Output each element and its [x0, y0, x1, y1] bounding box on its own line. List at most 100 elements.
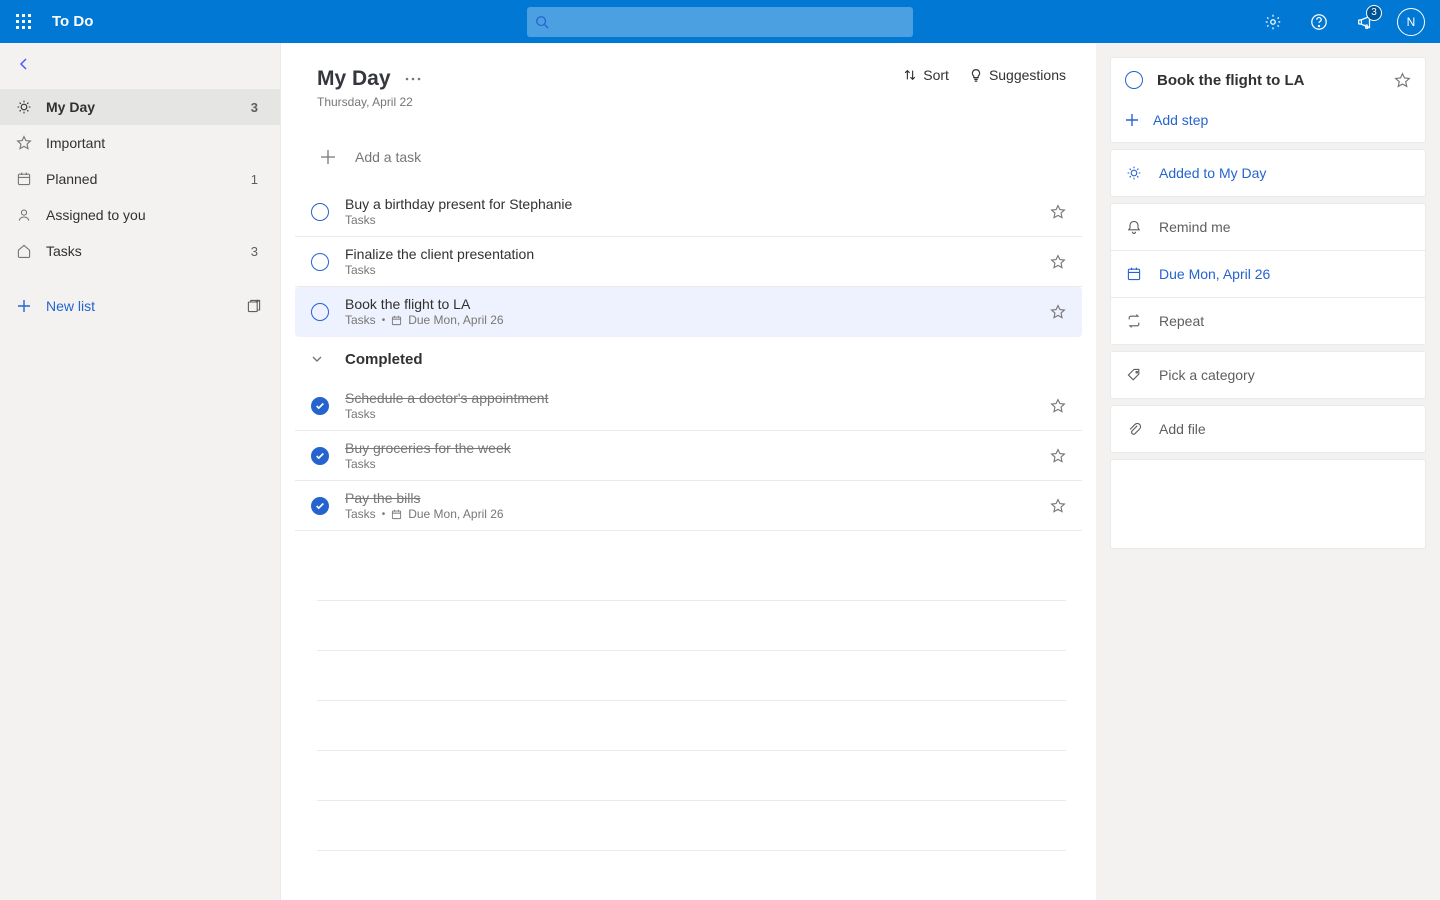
- star-icon: [1050, 304, 1066, 320]
- sidebar-item-label: Planned: [46, 171, 97, 187]
- detail-star-button[interactable]: [1394, 72, 1411, 89]
- waffle-icon: [16, 14, 32, 30]
- task-star-button[interactable]: [1050, 498, 1066, 514]
- meta-separator: •: [382, 315, 386, 326]
- sidebar-item-my-day[interactable]: My Day 3: [0, 89, 280, 125]
- app-header: To Do 3 N: [0, 0, 1440, 43]
- sun-icon: [1125, 165, 1143, 181]
- sidebar-item-count: 1: [251, 172, 258, 187]
- task-star-button[interactable]: [1050, 448, 1066, 464]
- sidebar-item-label: Assigned to you: [46, 207, 146, 223]
- added-to-my-day-button[interactable]: Added to My Day: [1111, 150, 1425, 196]
- star-icon: [1050, 204, 1066, 220]
- sidebar-item-tasks[interactable]: Tasks 3: [0, 233, 280, 269]
- sort-label: Sort: [923, 67, 949, 83]
- main-panel: My Day Thursday, April 22 Sort Suggestio…: [281, 43, 1096, 900]
- task-star-button[interactable]: [1050, 398, 1066, 414]
- empty-row: [317, 801, 1066, 851]
- settings-button[interactable]: [1252, 1, 1294, 43]
- detail-schedule-card: Remind me Due Mon, April 26 Repeat: [1110, 203, 1426, 345]
- add-step-button[interactable]: Add step: [1111, 102, 1425, 142]
- pick-category-button[interactable]: Pick a category: [1111, 352, 1425, 398]
- check-icon: [315, 401, 325, 411]
- suggestions-button[interactable]: Suggestions: [969, 67, 1066, 83]
- task-complete-toggle[interactable]: [311, 497, 329, 515]
- star-icon: [1050, 254, 1066, 270]
- task-row[interactable]: Schedule a doctor's appointment Tasks: [295, 381, 1082, 431]
- task-star-button[interactable]: [1050, 254, 1066, 270]
- feedback-button[interactable]: 3: [1344, 1, 1386, 43]
- note-input[interactable]: [1110, 459, 1426, 549]
- account-button[interactable]: N: [1390, 1, 1432, 43]
- remind-me-button[interactable]: Remind me: [1111, 204, 1425, 251]
- page-title: My Day: [317, 67, 391, 91]
- person-icon: [14, 207, 34, 223]
- add-file-button[interactable]: Add file: [1111, 406, 1425, 452]
- new-group-button[interactable]: [246, 298, 262, 314]
- sort-button[interactable]: Sort: [903, 67, 949, 83]
- page-date: Thursday, April 22: [317, 95, 421, 109]
- detail-category-card: Pick a category: [1110, 351, 1426, 399]
- task-complete-toggle[interactable]: [311, 397, 329, 415]
- task-title: Buy groceries for the week: [345, 440, 1042, 456]
- collapse-sidebar-button[interactable]: [0, 43, 280, 89]
- chevron-down-icon: [311, 353, 329, 365]
- add-file-label: Add file: [1159, 421, 1206, 437]
- task-title: Schedule a doctor's appointment: [345, 390, 1042, 406]
- completed-section-toggle[interactable]: Completed: [295, 337, 1082, 381]
- app-name: To Do: [52, 13, 93, 30]
- repeat-label: Repeat: [1159, 313, 1204, 329]
- home-icon: [14, 243, 34, 259]
- list-options-button[interactable]: [405, 77, 421, 81]
- repeat-button[interactable]: Repeat: [1111, 298, 1425, 344]
- check-icon: [315, 451, 325, 461]
- new-group-icon: [246, 298, 262, 314]
- star-icon: [1394, 72, 1411, 89]
- sidebar-item-planned[interactable]: Planned 1: [0, 161, 280, 197]
- task-complete-toggle[interactable]: [311, 253, 329, 271]
- gear-icon: [1264, 13, 1282, 31]
- help-button[interactable]: [1298, 1, 1340, 43]
- completed-label: Completed: [345, 351, 423, 368]
- task-row[interactable]: Buy groceries for the week Tasks: [295, 431, 1082, 481]
- main-header: My Day Thursday, April 22 Sort Suggestio…: [281, 67, 1096, 109]
- sidebar-item-important[interactable]: Important: [0, 125, 280, 161]
- add-task-input[interactable]: Add a task: [309, 133, 1066, 181]
- task-list-name: Tasks: [345, 507, 376, 521]
- sort-icon: [903, 68, 917, 82]
- new-list-label: New list: [46, 298, 95, 314]
- detail-complete-toggle[interactable]: [1125, 71, 1143, 89]
- task-list-name: Tasks: [345, 407, 376, 421]
- task-complete-toggle[interactable]: [311, 447, 329, 465]
- check-icon: [315, 501, 325, 511]
- sidebar-item-count: 3: [251, 244, 258, 259]
- feedback-badge: 3: [1366, 5, 1382, 21]
- task-row[interactable]: Pay the bills Tasks • Due Mon, April 26: [295, 481, 1082, 531]
- sidebar-item-count: 3: [251, 100, 258, 115]
- task-complete-toggle[interactable]: [311, 303, 329, 321]
- remind-label: Remind me: [1159, 219, 1231, 235]
- task-row[interactable]: Finalize the client presentation Tasks: [295, 237, 1082, 287]
- task-title: Pay the bills: [345, 490, 1042, 506]
- empty-row: [317, 551, 1066, 601]
- search-input[interactable]: [527, 7, 913, 37]
- empty-row: [317, 601, 1066, 651]
- task-complete-toggle[interactable]: [311, 203, 329, 221]
- detail-task-title[interactable]: Book the flight to LA: [1157, 72, 1380, 89]
- task-star-button[interactable]: [1050, 204, 1066, 220]
- task-due: Due Mon, April 26: [408, 313, 503, 327]
- sidebar-item-label: Important: [46, 135, 105, 151]
- app-launcher-button[interactable]: [8, 6, 40, 38]
- new-list-button[interactable]: New list: [0, 283, 280, 329]
- sun-icon: [14, 99, 34, 115]
- task-details-panel: Book the flight to LA Add step Added to …: [1096, 43, 1440, 900]
- task-star-button[interactable]: [1050, 304, 1066, 320]
- due-label: Due Mon, April 26: [1159, 266, 1270, 282]
- due-date-button[interactable]: Due Mon, April 26: [1111, 251, 1425, 298]
- sidebar-item-assigned[interactable]: Assigned to you: [0, 197, 280, 233]
- add-task-placeholder: Add a task: [355, 149, 421, 165]
- star-icon: [1050, 448, 1066, 464]
- task-row[interactable]: Book the flight to LA Tasks • Due Mon, A…: [295, 287, 1082, 337]
- task-row[interactable]: Buy a birthday present for Stephanie Tas…: [295, 187, 1082, 237]
- suggestions-label: Suggestions: [989, 67, 1066, 83]
